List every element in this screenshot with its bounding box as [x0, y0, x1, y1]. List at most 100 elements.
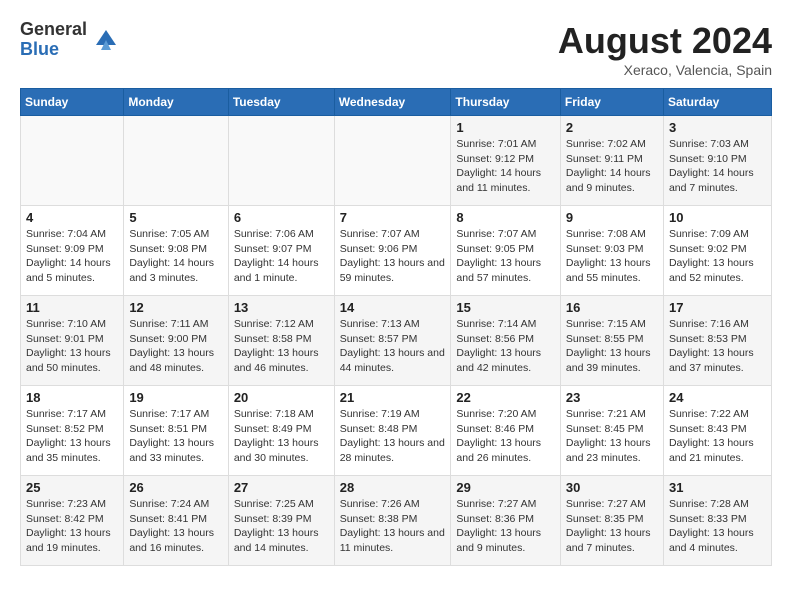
day-number: 5	[129, 210, 222, 225]
day-info: Sunrise: 7:18 AMSunset: 8:49 PMDaylight:…	[234, 407, 329, 466]
day-number: 18	[26, 390, 118, 405]
day-info: Sunrise: 7:21 AMSunset: 8:45 PMDaylight:…	[566, 407, 658, 466]
day-cell: 14 Sunrise: 7:13 AMSunset: 8:57 PMDayligh…	[334, 296, 451, 386]
column-header-tuesday: Tuesday	[228, 89, 334, 116]
day-cell: 31Sunrise: 7:28 AMSunset: 8:33 PMDayligh…	[663, 476, 771, 566]
day-info: Sunrise: 7:07 AMSunset: 9:06 PMDaylight:…	[340, 227, 446, 286]
day-info: Sunrise: 7:20 AMSunset: 8:46 PMDaylight:…	[456, 407, 555, 466]
day-info: Sunrise: 7:03 AMSunset: 9:10 PMDaylight:…	[669, 137, 766, 196]
day-info: Sunrise: 7:24 AMSunset: 8:41 PMDaylight:…	[129, 497, 222, 556]
week-row-2: 4 Sunrise: 7:04 AMSunset: 9:09 PMDaylight…	[21, 206, 772, 296]
day-number: 29	[456, 480, 555, 495]
calendar-header: SundayMondayTuesdayWednesdayThursdayFrid…	[21, 89, 772, 116]
day-info: Sunrise: 7:09 AMSunset: 9:02 PMDaylight:…	[669, 227, 766, 286]
column-header-saturday: Saturday	[663, 89, 771, 116]
day-info: Sunrise: 7:23 AMSunset: 8:42 PMDaylight:…	[26, 497, 118, 556]
day-info: Sunrise: 7:08 AMSunset: 9:03 PMDaylight:…	[566, 227, 658, 286]
day-number: 10	[669, 210, 766, 225]
calendar-table: SundayMondayTuesdayWednesdayThursdayFrid…	[20, 88, 772, 566]
day-number: 24	[669, 390, 766, 405]
day-number: 30	[566, 480, 658, 495]
day-info: Sunrise: 7:22 AMSunset: 8:43 PMDaylight:…	[669, 407, 766, 466]
column-header-friday: Friday	[560, 89, 663, 116]
day-number: 6	[234, 210, 329, 225]
day-number: 22	[456, 390, 555, 405]
day-cell: 29Sunrise: 7:27 AMSunset: 8:36 PMDayligh…	[451, 476, 561, 566]
day-info: Sunrise: 7:15 AMSunset: 8:55 PMDaylight:…	[566, 317, 658, 376]
column-header-sunday: Sunday	[21, 89, 124, 116]
day-cell: 19 Sunrise: 7:17 AMSunset: 8:51 PMDayligh…	[124, 386, 228, 476]
day-info: Sunrise: 7:25 AMSunset: 8:39 PMDaylight:…	[234, 497, 329, 556]
page-header: General Blue August 2024 Xeraco, Valenci…	[20, 20, 772, 78]
day-cell: 3 Sunrise: 7:03 AMSunset: 9:10 PMDaylight…	[663, 116, 771, 206]
day-cell: 25 Sunrise: 7:23 AMSunset: 8:42 PMDayligh…	[21, 476, 124, 566]
day-info: Sunrise: 7:17 AMSunset: 8:52 PMDaylight:…	[26, 407, 118, 466]
week-row-1: 1 Sunrise: 7:01 AMSunset: 9:12 PMDaylight…	[21, 116, 772, 206]
day-cell: 21 Sunrise: 7:19 AMSunset: 8:48 PMDayligh…	[334, 386, 451, 476]
day-cell: 5 Sunrise: 7:05 AMSunset: 9:08 PMDaylight…	[124, 206, 228, 296]
day-cell: 11Sunrise: 7:10 AMSunset: 9:01 PMDayligh…	[21, 296, 124, 386]
day-info: Sunrise: 7:17 AMSunset: 8:51 PMDaylight:…	[129, 407, 222, 466]
day-number: 12	[129, 300, 222, 315]
day-number: 19	[129, 390, 222, 405]
day-cell: 30 Sunrise: 7:27 AMSunset: 8:35 PMDayligh…	[560, 476, 663, 566]
day-number: 31	[669, 480, 766, 495]
day-cell: 16 Sunrise: 7:15 AMSunset: 8:55 PMDayligh…	[560, 296, 663, 386]
day-number: 16	[566, 300, 658, 315]
day-number: 3	[669, 120, 766, 135]
day-cell: 9 Sunrise: 7:08 AMSunset: 9:03 PMDaylight…	[560, 206, 663, 296]
day-number: 21	[340, 390, 446, 405]
day-info: Sunrise: 7:26 AMSunset: 8:38 PMDaylight:…	[340, 497, 446, 556]
day-info: Sunrise: 7:12 AMSunset: 8:58 PMDaylight:…	[234, 317, 329, 376]
day-number: 4	[26, 210, 118, 225]
day-info: Sunrise: 7:14 AMSunset: 8:56 PMDaylight:…	[456, 317, 555, 376]
day-info: Sunrise: 7:13 AMSunset: 8:57 PMDaylight:…	[340, 317, 446, 376]
day-info: Sunrise: 7:27 AMSunset: 8:35 PMDaylight:…	[566, 497, 658, 556]
day-number: 14	[340, 300, 446, 315]
calendar-body: 1 Sunrise: 7:01 AMSunset: 9:12 PMDaylight…	[21, 116, 772, 566]
column-header-wednesday: Wednesday	[334, 89, 451, 116]
day-cell: 17 Sunrise: 7:16 AMSunset: 8:53 PMDayligh…	[663, 296, 771, 386]
day-number: 25	[26, 480, 118, 495]
day-cell: 12 Sunrise: 7:11 AMSunset: 9:00 PMDayligh…	[124, 296, 228, 386]
day-number: 20	[234, 390, 329, 405]
day-cell: 28 Sunrise: 7:26 AMSunset: 8:38 PMDayligh…	[334, 476, 451, 566]
day-cell	[124, 116, 228, 206]
day-number: 13	[234, 300, 329, 315]
day-info: Sunrise: 7:07 AMSunset: 9:05 PMDaylight:…	[456, 227, 555, 286]
day-cell	[228, 116, 334, 206]
day-info: Sunrise: 7:02 AMSunset: 9:11 PMDaylight:…	[566, 137, 658, 196]
day-info: Sunrise: 7:01 AMSunset: 9:12 PMDaylight:…	[456, 137, 555, 196]
day-cell: 26 Sunrise: 7:24 AMSunset: 8:41 PMDayligh…	[124, 476, 228, 566]
day-cell: 22 Sunrise: 7:20 AMSunset: 8:46 PMDayligh…	[451, 386, 561, 476]
day-info: Sunrise: 7:16 AMSunset: 8:53 PMDaylight:…	[669, 317, 766, 376]
header-row: SundayMondayTuesdayWednesdayThursdayFrid…	[21, 89, 772, 116]
logo-line2: Blue	[20, 40, 87, 60]
day-info: Sunrise: 7:04 AMSunset: 9:09 PMDaylight:…	[26, 227, 118, 286]
day-number: 26	[129, 480, 222, 495]
day-number: 1	[456, 120, 555, 135]
day-cell: 4 Sunrise: 7:04 AMSunset: 9:09 PMDaylight…	[21, 206, 124, 296]
day-cell: 27 Sunrise: 7:25 AMSunset: 8:39 PMDayligh…	[228, 476, 334, 566]
day-number: 23	[566, 390, 658, 405]
day-cell	[334, 116, 451, 206]
day-number: 17	[669, 300, 766, 315]
day-info: Sunrise: 7:05 AMSunset: 9:08 PMDaylight:…	[129, 227, 222, 286]
day-cell: 23 Sunrise: 7:21 AMSunset: 8:45 PMDayligh…	[560, 386, 663, 476]
day-cell: 18 Sunrise: 7:17 AMSunset: 8:52 PMDayligh…	[21, 386, 124, 476]
day-info: Sunrise: 7:19 AMSunset: 8:48 PMDaylight:…	[340, 407, 446, 466]
week-row-3: 11Sunrise: 7:10 AMSunset: 9:01 PMDayligh…	[21, 296, 772, 386]
day-number: 9	[566, 210, 658, 225]
day-cell: 10 Sunrise: 7:09 AMSunset: 9:02 PMDayligh…	[663, 206, 771, 296]
title-block: August 2024 Xeraco, Valencia, Spain	[558, 20, 772, 78]
day-number: 28	[340, 480, 446, 495]
day-info: Sunrise: 7:10 AMSunset: 9:01 PMDaylight:…	[26, 317, 118, 376]
day-number: 7	[340, 210, 446, 225]
day-cell: 13 Sunrise: 7:12 AMSunset: 8:58 PMDayligh…	[228, 296, 334, 386]
column-header-thursday: Thursday	[451, 89, 561, 116]
day-cell: 1 Sunrise: 7:01 AMSunset: 9:12 PMDaylight…	[451, 116, 561, 206]
day-number: 27	[234, 480, 329, 495]
day-info: Sunrise: 7:11 AMSunset: 9:00 PMDaylight:…	[129, 317, 222, 376]
day-cell: 15Sunrise: 7:14 AMSunset: 8:56 PMDayligh…	[451, 296, 561, 386]
location: Xeraco, Valencia, Spain	[558, 62, 772, 78]
